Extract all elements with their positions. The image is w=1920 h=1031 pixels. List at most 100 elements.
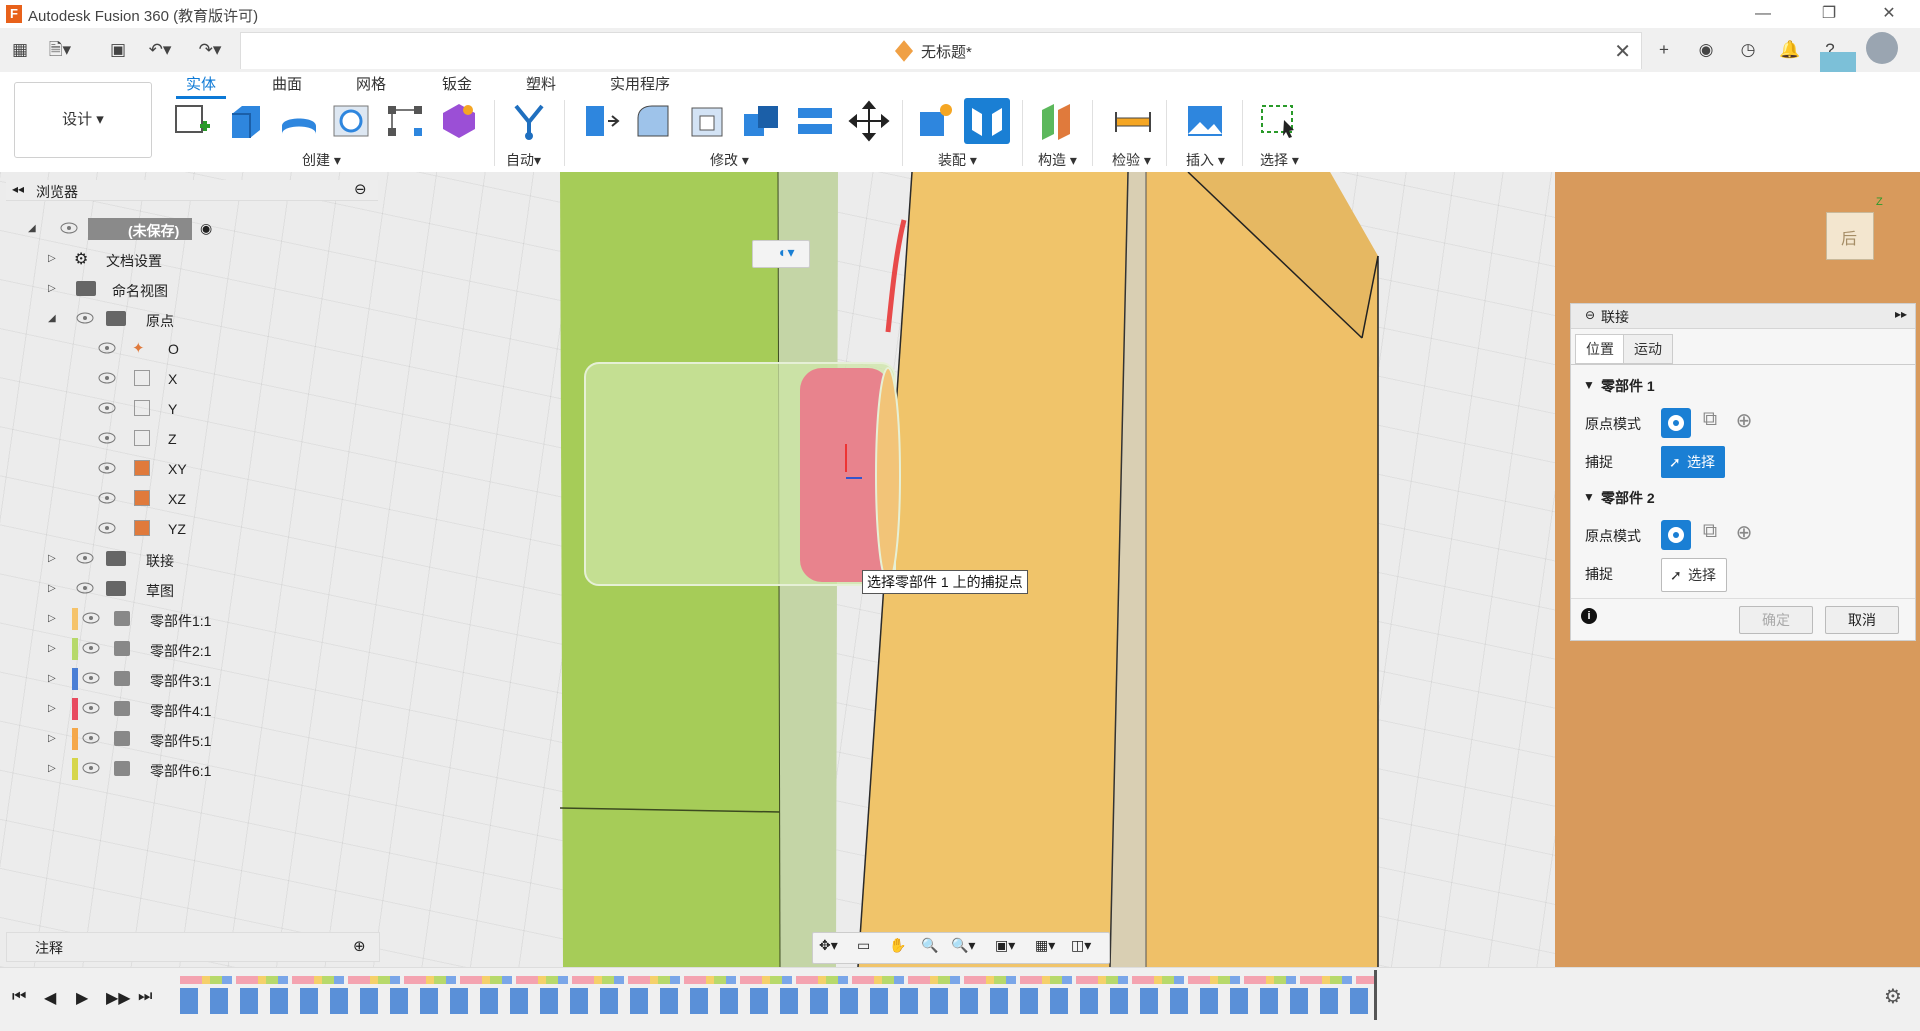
- notifications-icon[interactable]: 🔔: [1776, 36, 1804, 64]
- user-avatar[interactable]: [1866, 32, 1898, 64]
- insert-image-icon[interactable]: [1184, 100, 1226, 142]
- cancel-button[interactable]: 取消: [1825, 606, 1899, 634]
- group-select-label[interactable]: 选择 ▾: [1260, 150, 1299, 170]
- tree-row-component[interactable]: ▷ 零部件3:1: [0, 666, 380, 696]
- browser-minimize-icon[interactable]: ⊖: [354, 180, 367, 198]
- view-cube[interactable]: 后 Z: [1820, 196, 1883, 260]
- tab-mesh[interactable]: 网格: [346, 74, 396, 96]
- timeline-marker[interactable]: [1374, 970, 1377, 1020]
- tree-row-plane-xy[interactable]: XY: [0, 456, 380, 486]
- zoom-icon[interactable]: 🔍: [921, 937, 938, 954]
- notes-add-icon[interactable]: ⊕: [353, 937, 366, 955]
- collapsed-triangle-icon[interactable]: ▷: [48, 673, 56, 684]
- tree-row-sketches[interactable]: ▷ 草图: [0, 576, 380, 606]
- dialog-minus-icon[interactable]: ⊖: [1585, 308, 1595, 322]
- info-icon[interactable]: i: [1581, 608, 1597, 624]
- tree-row-origin[interactable]: ◢ 原点: [0, 306, 380, 336]
- extrude-icon[interactable]: [224, 100, 266, 142]
- pattern-icon[interactable]: [384, 100, 426, 142]
- eye-icon[interactable]: [60, 222, 78, 234]
- eye-icon[interactable]: [82, 762, 100, 774]
- split-body-icon[interactable]: [794, 100, 836, 142]
- tab-motion[interactable]: 运动: [1623, 334, 1673, 364]
- tree-row-axis-x[interactable]: X: [0, 366, 380, 396]
- eye-icon[interactable]: [98, 522, 116, 534]
- group-assemble-label[interactable]: 装配 ▾: [938, 150, 977, 170]
- tree-row-doc-settings[interactable]: ▷ ⚙ 文档设置: [0, 246, 380, 276]
- collapsed-triangle-icon[interactable]: ▷: [48, 283, 56, 294]
- simple-mode-button[interactable]: [1661, 520, 1691, 550]
- play-icon[interactable]: ▶: [76, 988, 88, 1008]
- tab-utilities[interactable]: 实用程序: [600, 74, 680, 96]
- expand-dialog-icon[interactable]: ▸▸: [1895, 307, 1907, 321]
- eye-icon[interactable]: [82, 732, 100, 744]
- grid-settings-icon[interactable]: ▦▾: [1035, 937, 1055, 954]
- tree-row-origin-point[interactable]: ✦ O: [0, 336, 380, 366]
- step-forward-icon[interactable]: ▶▶: [106, 988, 131, 1008]
- between-two-faces-icon[interactable]: ⧉: [1695, 408, 1725, 438]
- app-grid-icon[interactable]: ▦: [6, 36, 34, 64]
- close-window-button[interactable]: ✕: [1866, 2, 1912, 26]
- eye-icon[interactable]: [76, 582, 94, 594]
- tree-row-component[interactable]: ▷ 零部件5:1: [0, 726, 380, 756]
- create-sketch-icon[interactable]: [170, 100, 212, 142]
- section-toggle-icon[interactable]: ▼: [1583, 378, 1595, 392]
- group-insert-label[interactable]: 插入 ▾: [1186, 150, 1225, 170]
- minimize-button[interactable]: —: [1740, 2, 1786, 26]
- display-settings-icon[interactable]: ▣▾: [995, 937, 1015, 954]
- active-radio-icon[interactable]: ◉: [200, 220, 212, 237]
- collapsed-triangle-icon[interactable]: ▷: [48, 553, 56, 564]
- between-two-faces-icon[interactable]: ⧉: [1695, 520, 1725, 550]
- tab-surface[interactable]: 曲面: [262, 74, 312, 96]
- eye-icon[interactable]: [98, 432, 116, 444]
- new-tab-icon[interactable]: +: [1650, 36, 1678, 64]
- offset-plane-icon[interactable]: [1036, 100, 1078, 142]
- workspace-switcher[interactable]: 设计 ▾: [14, 82, 152, 158]
- automate-icon[interactable]: [508, 100, 550, 142]
- tab-solid[interactable]: 实体: [176, 74, 227, 99]
- look-at-icon[interactable]: ▭: [857, 937, 870, 954]
- tree-row-component[interactable]: ▷ 零部件2:1: [0, 636, 380, 666]
- eye-icon[interactable]: [98, 372, 116, 384]
- eye-icon[interactable]: [82, 642, 100, 654]
- tab-sheet-metal[interactable]: 钣金: [432, 74, 482, 96]
- move-copy-icon[interactable]: [848, 100, 890, 142]
- eye-icon[interactable]: [76, 312, 94, 324]
- joint-move-manipulator[interactable]: ◐▾: [752, 240, 810, 268]
- group-inspect-label[interactable]: 检验 ▾: [1112, 150, 1151, 170]
- combine-icon[interactable]: [740, 100, 782, 142]
- collapsed-triangle-icon[interactable]: ▷: [48, 253, 56, 264]
- ok-button[interactable]: 确定: [1739, 606, 1813, 634]
- two-edge-intersection-icon[interactable]: ⊕: [1729, 520, 1759, 550]
- form-icon[interactable]: [438, 100, 480, 142]
- close-tab-icon[interactable]: ✕: [1614, 39, 1631, 64]
- eye-icon[interactable]: [98, 342, 116, 354]
- measure-icon[interactable]: [1112, 100, 1154, 142]
- notes-panel[interactable]: 注释 ⊕: [6, 932, 380, 962]
- viewports-icon[interactable]: ◫▾: [1071, 937, 1091, 954]
- expanded-triangle-icon[interactable]: ◢: [48, 313, 56, 324]
- job-status-icon[interactable]: ◷: [1734, 36, 1762, 64]
- tab-position[interactable]: 位置: [1575, 334, 1625, 364]
- tree-row-axis-y[interactable]: Y: [0, 396, 380, 426]
- group-modify-label[interactable]: 修改 ▾: [710, 150, 749, 170]
- redo-icon[interactable]: ↷▾: [196, 36, 224, 64]
- select-window-icon[interactable]: [1258, 100, 1300, 142]
- collapsed-triangle-icon[interactable]: ▷: [48, 733, 56, 744]
- file-menu-icon[interactable]: 🗎▾: [46, 36, 74, 64]
- snap-select-button-2[interactable]: ➚ 选择: [1661, 558, 1727, 592]
- extensions-icon[interactable]: ◉: [1692, 36, 1720, 64]
- save-icon[interactable]: ▣: [104, 36, 132, 64]
- snap-select-button-1[interactable]: ➚ 选择: [1661, 446, 1725, 478]
- timeline-settings-gear-icon[interactable]: ⚙: [1884, 984, 1902, 1009]
- tree-row-plane-xz[interactable]: XZ: [0, 486, 380, 516]
- timeline-features[interactable]: [180, 988, 1376, 1014]
- tree-row-component[interactable]: ▷ 零部件4:1: [0, 696, 380, 726]
- eye-icon[interactable]: [82, 702, 100, 714]
- press-pull-icon[interactable]: [578, 100, 620, 142]
- collapse-browser-icon[interactable]: ◂◂: [12, 182, 24, 196]
- simple-mode-button[interactable]: [1661, 408, 1691, 438]
- joint-button[interactable]: [964, 98, 1010, 144]
- tree-row-joints[interactable]: ▷ 联接: [0, 546, 380, 576]
- collapsed-triangle-icon[interactable]: ▷: [48, 643, 56, 654]
